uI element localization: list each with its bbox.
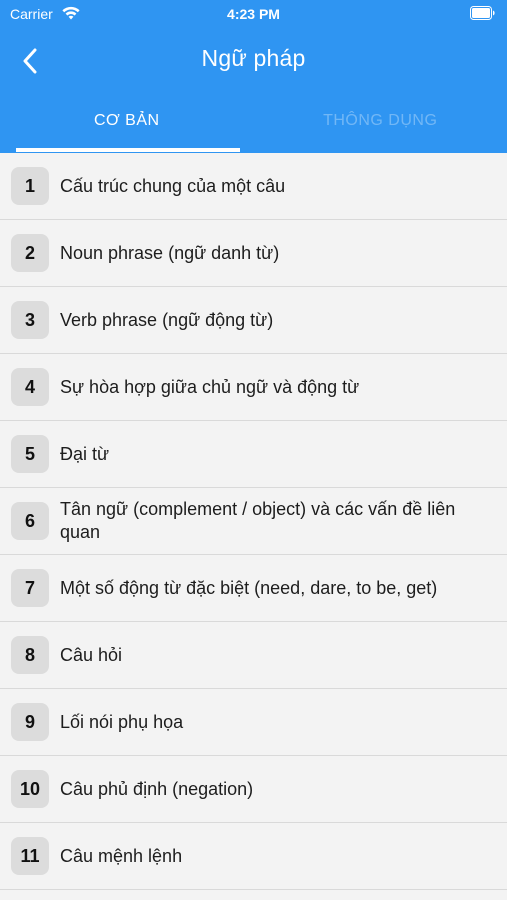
item-label: Verb phrase (ngữ động từ) <box>60 309 274 330</box>
tab-bar: CƠ BẢN THÔNG DỤNG <box>0 101 507 153</box>
page-title: Ngữ pháp <box>201 45 306 71</box>
active-tab-indicator <box>16 148 240 152</box>
battery-icon <box>470 6 495 20</box>
item-number-badge: 4 <box>11 368 49 406</box>
list-item[interactable]: 9 Lối nói phụ họa <box>0 689 507 756</box>
item-label: Lối nói phụ họa <box>60 711 184 732</box>
item-number-badge: 11 <box>11 837 49 875</box>
item-number-badge: 1 <box>11 167 49 205</box>
list-item[interactable]: 8 Câu hỏi <box>0 622 507 689</box>
list-item[interactable]: 5 Đại từ <box>0 421 507 488</box>
item-number-badge: 10 <box>11 770 49 808</box>
list-item[interactable]: 1 Cấu trúc chung của một câu <box>0 153 507 220</box>
item-number-badge: 2 <box>11 234 49 272</box>
list-item[interactable]: 3 Verb phrase (ngữ động từ) <box>0 287 507 354</box>
item-label: Tân ngữ (complement / object) và các vấn… <box>60 499 456 542</box>
list-item[interactable]: 7 Một số động từ đặc biệt (need, dare, t… <box>0 555 507 622</box>
list-item[interactable]: 2 Noun phrase (ngữ danh từ) <box>0 220 507 287</box>
item-label: Câu hỏi <box>60 644 123 665</box>
header-bar: Carrier 4:23 PM Ngữ pháp CƠ BẢN THÔNG DỤ… <box>0 0 507 153</box>
list-item[interactable]: 6 Tân ngữ (complement / object) và các v… <box>0 488 507 555</box>
item-number-badge: 5 <box>11 435 49 473</box>
status-bar: Carrier 4:23 PM <box>0 0 507 28</box>
tab-common[interactable]: THÔNG DỤNG <box>254 101 507 153</box>
item-label: Câu phủ định (negation) <box>60 778 254 799</box>
item-number-badge: 6 <box>11 502 49 540</box>
status-time: 4:23 PM <box>227 6 280 22</box>
item-number-badge: 9 <box>11 703 49 741</box>
item-label: Một số động từ đặc biệt (need, dare, to … <box>60 577 438 598</box>
list-item[interactable]: 10 Câu phủ định (negation) <box>0 756 507 823</box>
item-label: Đại từ <box>60 443 110 464</box>
item-label: Sự hòa hợp giữa chủ ngữ và động từ <box>60 376 360 397</box>
list-item[interactable]: 11 Câu mệnh lệnh <box>0 823 507 890</box>
item-number-badge: 7 <box>11 569 49 607</box>
item-label: Noun phrase (ngữ danh từ) <box>60 242 280 263</box>
item-label: Câu mệnh lệnh <box>60 845 183 866</box>
item-number-badge: 3 <box>11 301 49 339</box>
tab-basic[interactable]: CƠ BẢN <box>0 101 254 153</box>
list-item[interactable]: 4 Sự hòa hợp giữa chủ ngữ và động từ <box>0 354 507 421</box>
item-number-badge: 8 <box>11 636 49 674</box>
grammar-list: 1 Cấu trúc chung của một câu 2 Noun phra… <box>0 153 507 890</box>
item-label: Cấu trúc chung của một câu <box>60 175 286 196</box>
